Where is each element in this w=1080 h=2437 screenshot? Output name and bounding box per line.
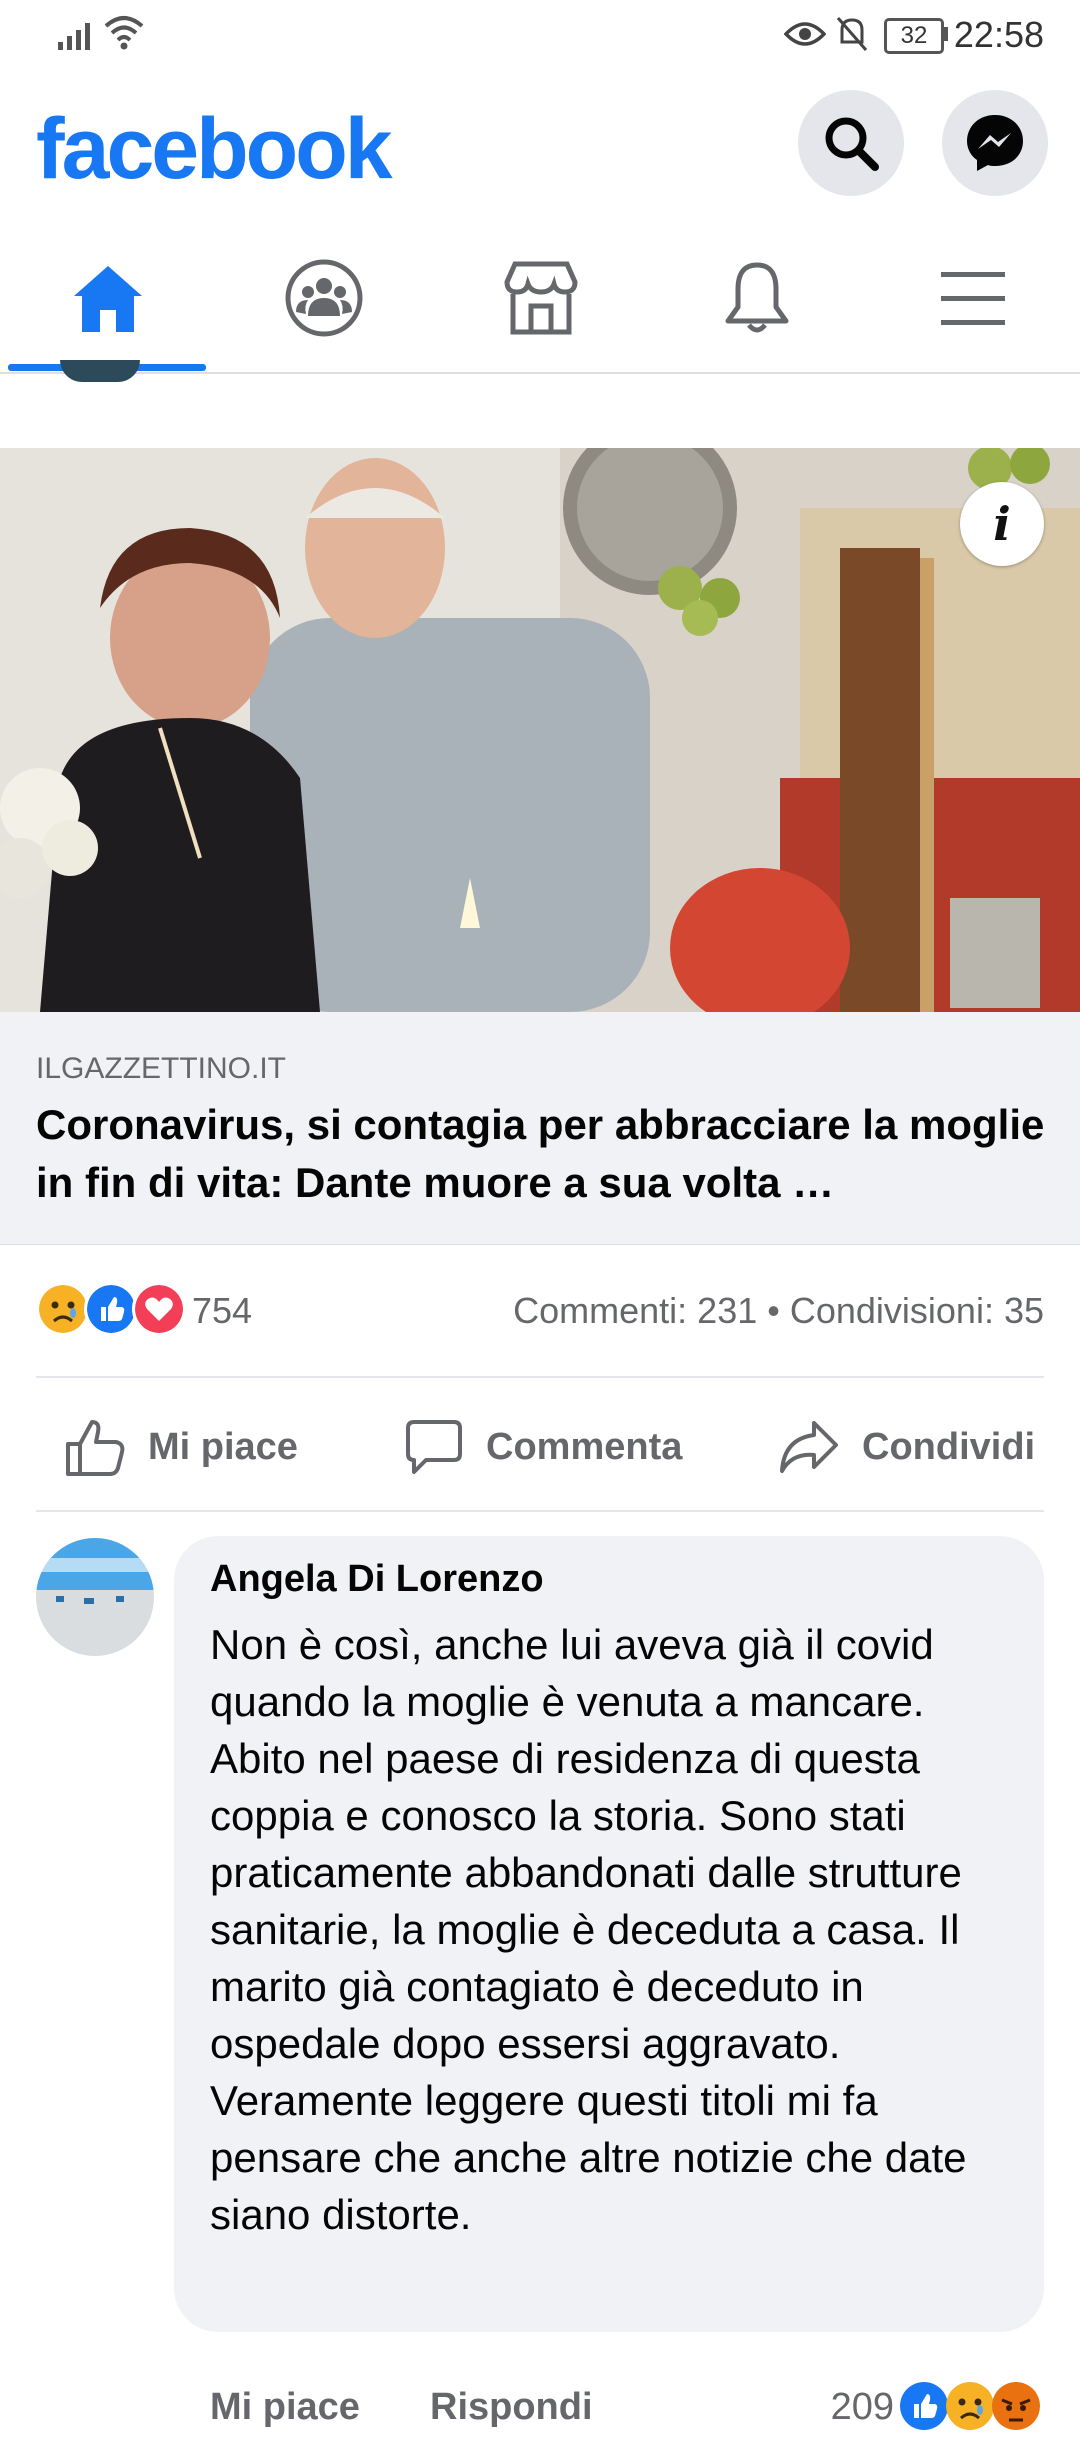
comment-reaction-count[interactable]: 209: [831, 2386, 894, 2429]
bell-icon: [725, 262, 789, 333]
share-icon: [780, 1421, 838, 1473]
divider: [36, 1376, 1044, 1378]
clock: 22:58: [953, 14, 1044, 55]
like-button[interactable]: Mi piace: [64, 1412, 298, 1482]
menu-icon: [941, 272, 1005, 325]
tab-divider: [0, 372, 1080, 374]
messenger-icon: [967, 115, 1023, 171]
like-label: Mi piace: [148, 1425, 298, 1468]
comment-author[interactable]: Angela Di Lorenzo: [210, 1558, 544, 1601]
link-domain: ILGAZZETTINO.IT: [36, 1052, 287, 1085]
facebook-logo[interactable]: facebook: [36, 100, 393, 199]
eye-comfort-icon: [784, 22, 826, 46]
groups-icon: [285, 259, 363, 337]
home-icon: [74, 266, 142, 332]
tab-marketplace[interactable]: [476, 248, 606, 348]
partial-avatar: [60, 360, 140, 382]
tab-menu[interactable]: [908, 248, 1038, 348]
wifi-icon: [104, 16, 144, 50]
comment-actions: Mi piace Rispondi 209: [210, 2382, 1044, 2436]
marketplace-icon: [504, 261, 578, 335]
comment-share-counts[interactable]: Commenti: 231 • Condivisioni: 35: [513, 1290, 1044, 1332]
comment-label: Commenta: [486, 1425, 683, 1468]
battery-tip: [943, 27, 948, 41]
tab-notifications[interactable]: [692, 248, 822, 348]
info-button[interactable]: i: [960, 482, 1044, 566]
tab-home[interactable]: [43, 248, 173, 348]
share-button[interactable]: Condividi: [778, 1412, 1035, 1482]
search-button[interactable]: [798, 90, 904, 196]
comment-icon: [406, 1420, 462, 1474]
comment-bubble[interactable]: Angela Di Lorenzo Non è così, anche lui …: [174, 1536, 1044, 2332]
couple-photo: [0, 448, 1080, 1012]
mute-bell-icon: [836, 17, 868, 51]
like-reaction-icon: [84, 1282, 138, 1336]
comment-avatar[interactable]: [36, 1538, 154, 1656]
beach-avatar-photo: [36, 1538, 154, 1656]
tab-groups[interactable]: [259, 248, 389, 348]
share-label: Condividi: [862, 1425, 1036, 1468]
link-preview[interactable]: ILGAZZETTINO.IT Coronavirus, si contagia…: [0, 1012, 1080, 1245]
like-reaction-icon: [900, 2382, 948, 2430]
status-bar: 32 22:58: [0, 0, 1080, 72]
comment-button[interactable]: Commenta: [404, 1412, 682, 1482]
angry-reaction-icon: [992, 2382, 1040, 2430]
comment-like-button[interactable]: Mi piace: [210, 2386, 360, 2429]
battery-level: 32: [900, 22, 928, 49]
divider: [36, 1510, 1044, 1512]
comment-reply-button[interactable]: Rispondi: [430, 2386, 593, 2429]
battery-icon: 32: [884, 18, 944, 54]
messenger-button[interactable]: [942, 90, 1048, 196]
post-link-image[interactable]: [0, 448, 1080, 1012]
link-title: Coronavirus, si contagia per abbracciare…: [36, 1101, 1045, 1206]
sad-reaction-icon: [36, 1282, 90, 1336]
comment-text: Non è così, anche lui aveva già il covid…: [210, 1621, 967, 2238]
info-icon: i: [993, 497, 1011, 551]
signal-icon: [58, 23, 90, 50]
reactions-summary[interactable]: 754 Commenti: 231 • Condivisioni: 35: [36, 1282, 1044, 1346]
reaction-count: 754: [192, 1290, 253, 1331]
thumbs-up-icon: [66, 1420, 125, 1476]
search-icon: [825, 117, 879, 171]
sad-reaction-icon: [946, 2382, 994, 2430]
love-reaction-icon: [132, 1282, 186, 1336]
